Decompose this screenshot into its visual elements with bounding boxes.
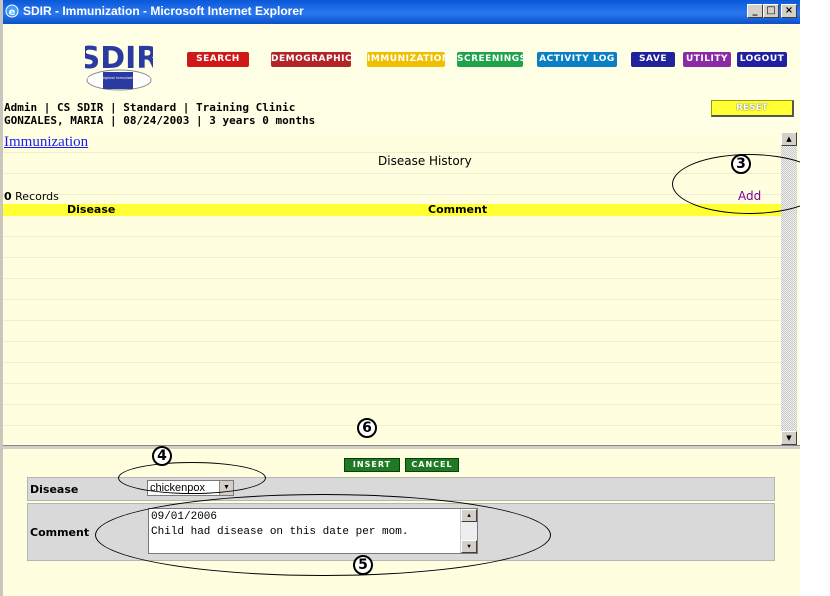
ie-icon: e [5, 4, 19, 18]
records-label: Records [15, 190, 59, 203]
column-comment: Comment [428, 203, 488, 216]
minimize-button[interactable]: _ [747, 4, 763, 18]
disease-history-panel: Immunization Disease History 0 Records A… [3, 132, 781, 445]
comment-label: Comment [30, 526, 90, 539]
logo-tagline: san diego regional immunization registry [85, 76, 151, 80]
records-count: 0 Records [4, 190, 59, 203]
scroll-up-arrow-icon[interactable]: ▲ [781, 132, 797, 146]
logo-mark: SDIR [85, 41, 153, 76]
record-count-value: 0 [4, 190, 12, 203]
maximize-button[interactable]: □ [763, 4, 779, 18]
tab-search[interactable]: SEARCH [187, 52, 249, 67]
title-bar: e SDIR - Immunization - Microsoft Intern… [3, 0, 800, 24]
reset-button[interactable]: RESET [711, 100, 794, 117]
patient-info-line: GONZALES, MARIA | 08/24/2003 | 3 years 0… [4, 114, 316, 127]
step-6-marker: 6 [357, 418, 377, 438]
scroll-down-arrow-icon[interactable]: ▼ [781, 431, 797, 445]
step-3-marker: 3 [731, 154, 751, 174]
tab-screenings[interactable]: SCREENINGS [457, 52, 526, 67]
tab-immunization[interactable]: IMMUNIZATION [367, 52, 449, 67]
close-button[interactable]: × [781, 4, 797, 18]
immunization-breadcrumb-link[interactable]: Immunization [4, 134, 88, 151]
tab-utility[interactable]: UTILITY [683, 52, 731, 67]
section-title: Disease History [378, 154, 472, 168]
comment-callout-ellipse [95, 494, 551, 576]
window-title: SDIR - Immunization - Microsoft Internet… [23, 4, 304, 18]
step-5-marker: 5 [353, 555, 373, 575]
table-header: Disease Comment [3, 204, 781, 216]
column-disease: Disease [67, 203, 116, 216]
disease-callout-ellipse [118, 462, 266, 494]
user-context-line: Admin | CS SDIR | Standard | Training Cl… [4, 101, 296, 114]
disease-label: Disease [30, 483, 79, 496]
tab-activity-log[interactable]: ACTIVITY LOG [537, 52, 617, 67]
patient-context: Admin | CS SDIR | Standard | Training Cl… [4, 101, 315, 127]
tab-logout[interactable]: LOGOUT [737, 52, 787, 67]
cancel-button[interactable]: CANCEL [405, 458, 459, 472]
browser-window: e SDIR - Immunization - Microsoft Intern… [0, 0, 800, 596]
svg-text:e: e [9, 7, 16, 18]
step-4-marker: 4 [152, 446, 172, 466]
insert-button[interactable]: INSERT [344, 458, 400, 472]
row-lines [3, 132, 781, 445]
tab-save[interactable]: SAVE [631, 52, 675, 67]
sdir-logo: SDIR san diego regional immunization reg… [85, 41, 153, 91]
tab-demographics[interactable]: DEMOGRAPHICS [271, 52, 359, 67]
app-header: SDIR san diego regional immunization reg… [3, 24, 800, 98]
